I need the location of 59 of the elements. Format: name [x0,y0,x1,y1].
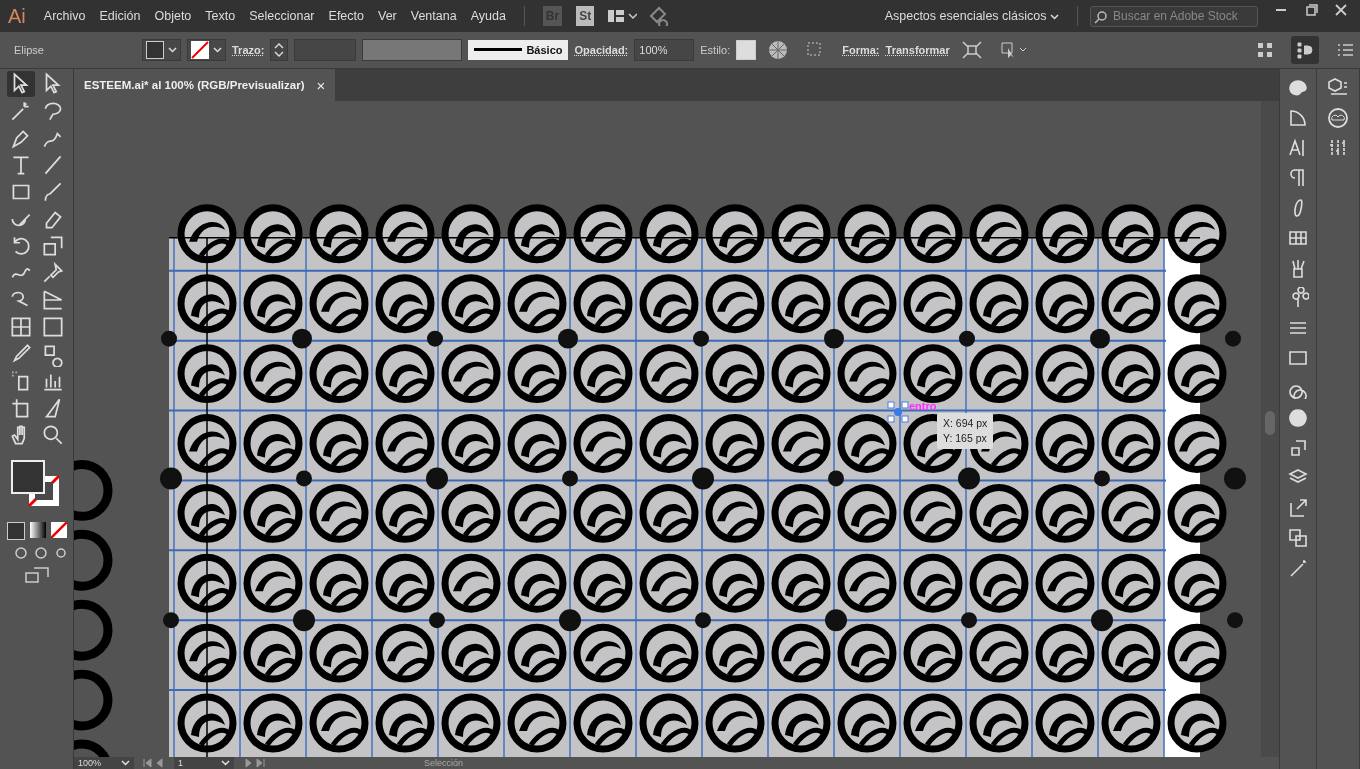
current-tool-status: Selección [424,758,464,768]
artboard-number-dropdown[interactable]: 1 [174,757,234,769]
fill-color-swatch[interactable] [142,39,181,61]
vertical-scrollbar[interactable] [1261,101,1279,757]
opacity-label[interactable]: Opacidad: [574,44,629,56]
smart-guide-label: entro [909,400,937,412]
menu-item[interactable]: Efecto [322,9,370,23]
stroke-color-swatch[interactable] [187,39,226,61]
zoom-level-dropdown[interactable]: 100% [74,757,134,769]
menu-item[interactable]: Edición [93,9,147,23]
menu-item[interactable]: Ventana [404,9,463,23]
chevron-down-icon [213,47,222,53]
chevron-down-icon [168,47,177,53]
workspace-dropdown[interactable]: Aspectos esenciales clásicos [878,8,1065,24]
close-tab-button[interactable]: × [316,76,326,94]
chevron-down-icon [1050,13,1059,20]
arrange-grid-icon[interactable] [1255,40,1275,60]
menu-item[interactable]: Ver [372,9,403,23]
recolor-artwork-icon[interactable] [767,39,790,61]
export-icon[interactable] [1287,497,1309,519]
stepper-arrows-icon[interactable] [270,39,289,61]
selected-object-label: Elipse [14,44,45,56]
stock-search-field[interactable]: Buscar en Adobe Stock [1090,5,1258,27]
align-panel-icon[interactable] [1291,36,1319,64]
shape-properties-link[interactable]: Forma: [842,44,880,56]
variable-width-dropdown[interactable] [362,39,463,61]
menu-item[interactable]: Texto [199,9,242,23]
none-mode-icon[interactable] [50,522,67,538]
menu-item[interactable]: Ayuda [464,9,512,23]
cloud-libraries-icon[interactable] [1326,107,1350,129]
artboards-icon[interactable] [1287,527,1309,549]
style-label: Estilo: [700,44,731,56]
brush-dropdown[interactable]: Básico [468,40,569,60]
chevron-down-icon [121,760,130,766]
stock-icon[interactable]: St [576,6,595,26]
coordinate-text: Y: 165 px [943,431,988,446]
chevron-down-icon [221,760,230,766]
menu-item[interactable]: Seleccionar [243,9,321,23]
menu-item[interactable]: Archivo [37,9,92,23]
anchor-point-handles-icon [887,401,909,423]
no-color-icon [191,41,209,59]
menu-item[interactable]: Objeto [148,9,198,23]
color-mode-icon[interactable] [6,522,25,540]
screen-mode-icon[interactable] [23,566,50,584]
document-title: ESTEEM.ai* al 100% (RGB/Previsualizar) [84,79,305,91]
next-artboard-icon[interactable] [242,758,266,768]
app-logo: Ai [7,4,27,28]
previous-artboard-icon[interactable] [142,758,166,768]
gradient-mode-icon[interactable] [29,522,46,538]
layout-icon[interactable] [607,8,638,24]
opacity-field[interactable]: 100% [634,39,695,61]
select-similar-icon[interactable] [998,40,1029,60]
transform-link[interactable]: Transformar [885,44,950,56]
document-tab[interactable]: ESTEEM.ai* al 100% (RGB/Previsualizar) × [74,69,336,101]
stroke-preview-icon [474,48,523,52]
isolate-object-icon[interactable] [960,40,983,60]
graphic-style-swatch[interactable] [736,40,757,60]
stroke-label[interactable]: Trazo: [232,44,265,56]
coordinate-text: X: 694 px [943,416,988,431]
